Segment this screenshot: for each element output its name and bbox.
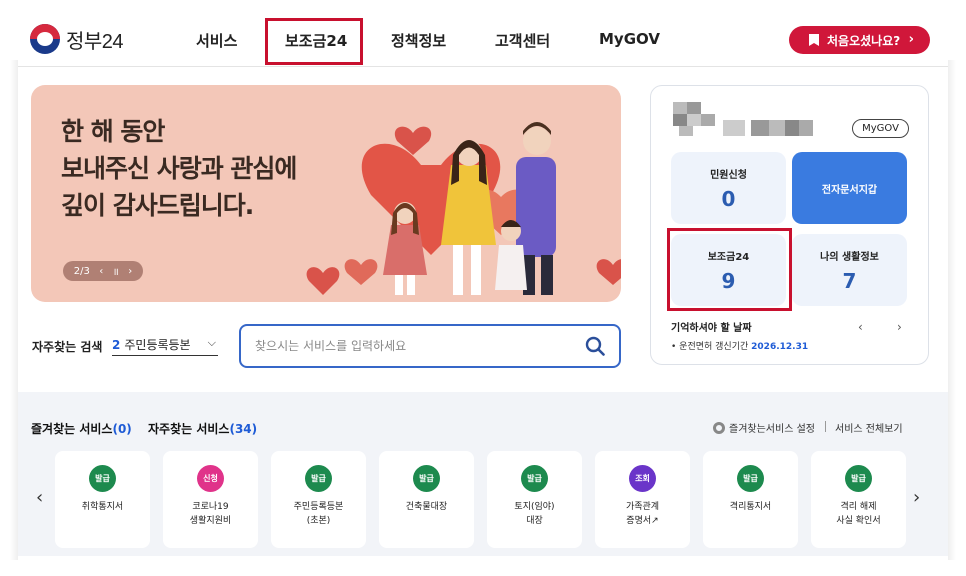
banner-next-button[interactable]: › [128,266,132,277]
remember-next-button[interactable]: › [897,320,902,334]
service-card[interactable]: 발급주민등록등본 (초본) [271,451,366,548]
service-card[interactable]: 발급건축물대장 [379,451,474,548]
divider [825,421,826,432]
search-bar [239,324,621,368]
banner-prev-button[interactable]: ‹ [99,266,103,277]
banner-counter: 2/3 [73,265,90,277]
frequent-search-dropdown[interactable]: 2 주민등록등본 ⌵ [112,334,218,356]
header-divider [18,66,948,67]
tile-civil-application[interactable]: 민원신청 0 [671,152,786,224]
service-type-badge: 발급 [845,465,872,492]
remember-item-label: 운전면허 갱신기간 [679,342,749,352]
service-card[interactable]: 조회가족관계 증명서↗ [595,451,690,548]
remember-item-date: 2026.12.31 [751,342,809,352]
mygov-badge[interactable]: MyGOV [852,119,909,138]
frequent-search-label: 자주찾는 검색 [32,340,103,354]
header: 정부24 서비스 보조금24 정책정보 고객센터 MyGOV 처음오셨나요? › [0,0,966,66]
service-card[interactable]: 발급취학통지서 [55,451,150,548]
search-icon[interactable] [585,336,605,356]
main-banner[interactable]: 한 해 동안 보내주신 사랑과 관심에 깊이 감사드립니다. 2/3 ‹ ॥ › [31,85,621,302]
favorite-settings-label: 즐겨찾는서비스 설정 [729,424,815,435]
services-next-button[interactable]: › [913,487,920,508]
service-card[interactable]: 발급격리통지서 [703,451,798,548]
tile-document-wallet[interactable]: 전자문서지갑 [792,152,907,224]
nav-services[interactable]: 서비스 [196,30,237,51]
view-all-services-link[interactable]: 서비스 전체보기 [835,420,903,435]
search-input[interactable] [255,339,575,353]
tile-life-info[interactable]: 나의 생활정보 7 [792,234,907,306]
bookmark-icon [809,34,819,46]
blurred-username [673,102,823,138]
tab-favorite-services[interactable]: 즐겨찾는 서비스(0) [31,420,132,437]
tile-life-info-count: 7 [842,268,857,293]
service-card-name: 건축물대장 [405,502,448,512]
service-card-name: 격리통지서 [729,502,772,512]
favorite-settings-link[interactable]: 즐겨찾는서비스 설정 [713,420,815,435]
subsidy-tile-highlight [667,228,792,311]
tab-favorite-count: (0) [112,422,132,436]
family-illustration [306,122,621,295]
subsidy-nav-highlight [265,18,363,65]
service-card[interactable]: 발급토지(임야) 대장 [487,451,582,548]
banner-controls: 2/3 ‹ ॥ › [63,261,143,281]
service-card-name: 취학통지서 [81,502,124,512]
logo-text: 정부24 [66,30,124,53]
nav-customer-center[interactable]: 고객센터 [495,30,550,51]
service-type-badge: 발급 [413,465,440,492]
tile-civil-application-label: 민원신청 [710,169,747,181]
tab-frequent-services[interactable]: 자주찾는 서비스(34) [148,420,257,437]
banner-title: 한 해 동안 보내주신 사랑과 관심에 깊이 감사드립니다. [61,117,297,220]
service-type-badge: 발급 [521,465,548,492]
services-section [18,392,948,556]
nav-mygov[interactable]: MyGOV [599,30,660,48]
first-visit-button[interactable]: 처음오셨나요? › [789,26,930,54]
chevron-right-icon: › [908,32,914,47]
remember-date-item[interactable]: • 운전면허 갱신기간 2026.12.31 [671,339,808,352]
bullet: • [671,342,680,352]
tile-civil-application-count: 0 [721,186,736,211]
service-card[interactable]: 발급격리 해제 사실 확인서 [811,451,906,548]
service-type-badge: 발급 [305,465,332,492]
services-prev-button[interactable]: ‹ [36,487,43,508]
heart-icon [596,259,621,285]
tab-frequent-count: (34) [229,422,258,436]
service-card-name: 코로나19 생활지원비 [189,502,232,526]
taegeuk-logo-icon [30,24,60,54]
tab-favorite-label: 즐겨찾는 서비스 [31,422,113,436]
service-card[interactable]: 신청코로나19 생활지원비 [163,451,258,548]
gear-icon [713,421,725,434]
service-type-badge: 신청 [197,465,224,492]
service-card-name: 주민등록등본 (초본) [293,502,344,526]
service-type-badge: 발급 [89,465,116,492]
remember-prev-button[interactable]: ‹ [858,320,863,334]
tile-document-wallet-label: 전자문서지갑 [821,184,878,196]
service-card-name: 토지(임야) 대장 [514,502,555,526]
first-visit-label: 처음오셨나요? [827,33,901,48]
heart-icon [306,267,340,295]
service-type-badge: 조회 [629,465,656,492]
logo[interactable]: 정부24 [30,24,124,54]
frequent-search-rank: 2 [112,337,121,352]
chevron-down-icon: ⌵ [207,336,216,349]
service-card-name: 격리 해제 사실 확인서 [836,502,881,526]
banner-pause-button[interactable]: ॥ [113,264,119,278]
heart-icon [344,259,378,285]
service-card-name: 가족관계 증명서↗ [625,502,660,526]
tile-life-info-label: 나의 생활정보 [820,251,879,263]
nav-policy-info[interactable]: 정책정보 [391,30,446,51]
service-type-badge: 발급 [737,465,764,492]
remember-dates-title: 기억하셔야 할 날짜 [671,323,752,334]
tab-frequent-label: 자주찾는 서비스 [148,422,230,436]
frequent-search-value: 주민등록등본 [124,338,191,352]
